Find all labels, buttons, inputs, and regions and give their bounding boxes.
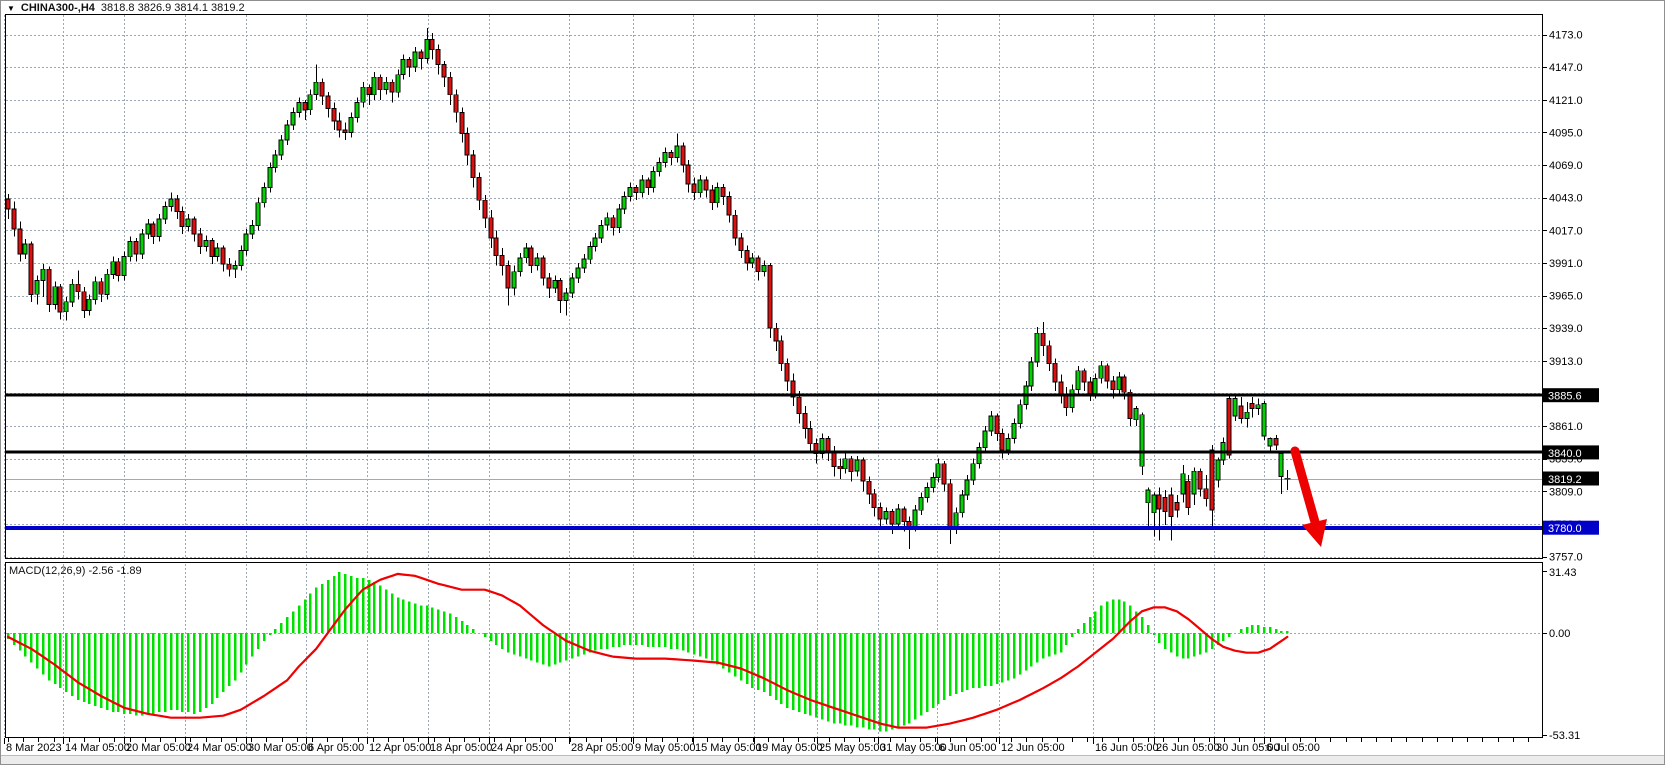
svg-text:3819.2: 3819.2 [1548,474,1582,486]
svg-text:16 Jun 05:00: 16 Jun 05:00 [1095,742,1159,754]
svg-text:3991.0: 3991.0 [1549,258,1583,270]
svg-text:4095.0: 4095.0 [1549,127,1583,139]
svg-text:25 May 05:00: 25 May 05:00 [819,742,886,754]
sell-arrow-annotation[interactable] [1290,446,1327,547]
svg-text:4173.0: 4173.0 [1549,30,1583,42]
svg-text:18 Apr 05:00: 18 Apr 05:00 [430,742,492,754]
svg-text:8 Mar 2023: 8 Mar 2023 [6,742,62,754]
svg-text:3885.6: 3885.6 [1548,391,1582,403]
chart-title-ohlc: 3818.8 3826.9 3814.1 3819.2 [100,2,245,14]
svg-text:4043.0: 4043.0 [1549,193,1583,205]
svg-text:15 May 05:00: 15 May 05:00 [695,742,762,754]
svg-text:4069.0: 4069.0 [1549,160,1583,172]
svg-text:3840.0: 3840.0 [1548,448,1582,460]
svg-text:31.43: 31.43 [1549,567,1577,579]
svg-text:6 Apr 05:00: 6 Apr 05:00 [308,742,364,754]
svg-text:4017.0: 4017.0 [1549,225,1583,237]
svg-text:-53.31: -53.31 [1549,730,1580,742]
svg-text:4121.0: 4121.0 [1549,95,1583,107]
svg-text:3939.0: 3939.0 [1549,323,1583,335]
svg-text:0.00: 0.00 [1549,628,1570,640]
chart-window: 4173.0 4147.0 4121.0 4095.0 4069.0 4043.0 4017… [0,0,1665,765]
svg-text:4147.0: 4147.0 [1549,62,1583,74]
svg-text:20 Mar 05:00: 20 Mar 05:00 [126,742,191,754]
svg-text:3913.0: 3913.0 [1549,356,1583,368]
svg-text:30 Mar 05:00: 30 Mar 05:00 [248,742,313,754]
svg-text:12 Jun 05:00: 12 Jun 05:00 [1001,742,1065,754]
svg-text:6 Jul 05:00: 6 Jul 05:00 [1266,742,1320,754]
svg-text:28 Apr 05:00: 28 Apr 05:00 [571,742,633,754]
svg-text:3757.0: 3757.0 [1549,552,1583,564]
svg-text:14 Mar 05:00: 14 Mar 05:00 [65,742,130,754]
svg-text:24 Apr 05:00: 24 Apr 05:00 [491,742,553,754]
status-strip [1,755,1664,764]
svg-text:12 Apr 05:00: 12 Apr 05:00 [369,742,431,754]
svg-text:6 Jun 05:00: 6 Jun 05:00 [939,742,997,754]
svg-text:3861.0: 3861.0 [1549,421,1583,433]
panel-borders [5,14,1543,738]
time-axis[interactable]: 8 Mar 2023 14 Mar 05:0020 Mar 05:0024 Mar… [4,738,1529,754]
svg-text:19 May 05:00: 19 May 05:00 [756,742,823,754]
macd-indicator-label: MACD(12,26,9) -2.56 -1.89 [9,565,142,577]
chart-titlebar: ▼ CHINA300-,H4 3818.8 3826.9 3814.1 3819.2 [7,2,245,14]
svg-text:9 May 05:00: 9 May 05:00 [635,742,696,754]
svg-text:3780.0: 3780.0 [1548,523,1582,535]
svg-text:3965.0: 3965.0 [1549,291,1583,303]
svg-text:24 Mar 05:00: 24 Mar 05:00 [187,742,252,754]
chart-canvas[interactable]: 4173.0 4147.0 4121.0 4095.0 4069.0 4043.0 4017… [1,1,1664,764]
candles-layer[interactable] [5,28,1291,549]
chart-title-symbol: CHINA300-,H4 [20,2,95,14]
price-axis[interactable]: 4173.0 4147.0 4121.0 4095.0 4069.0 4043.0 4017… [1542,30,1599,743]
symbol-dropdown-icon[interactable]: ▼ [7,4,15,13]
svg-text:31 May 05:00: 31 May 05:00 [880,742,947,754]
svg-text:26 Jun 05:00: 26 Jun 05:00 [1156,742,1220,754]
grid-layer [4,15,1542,737]
svg-text:3809.0: 3809.0 [1549,486,1583,498]
